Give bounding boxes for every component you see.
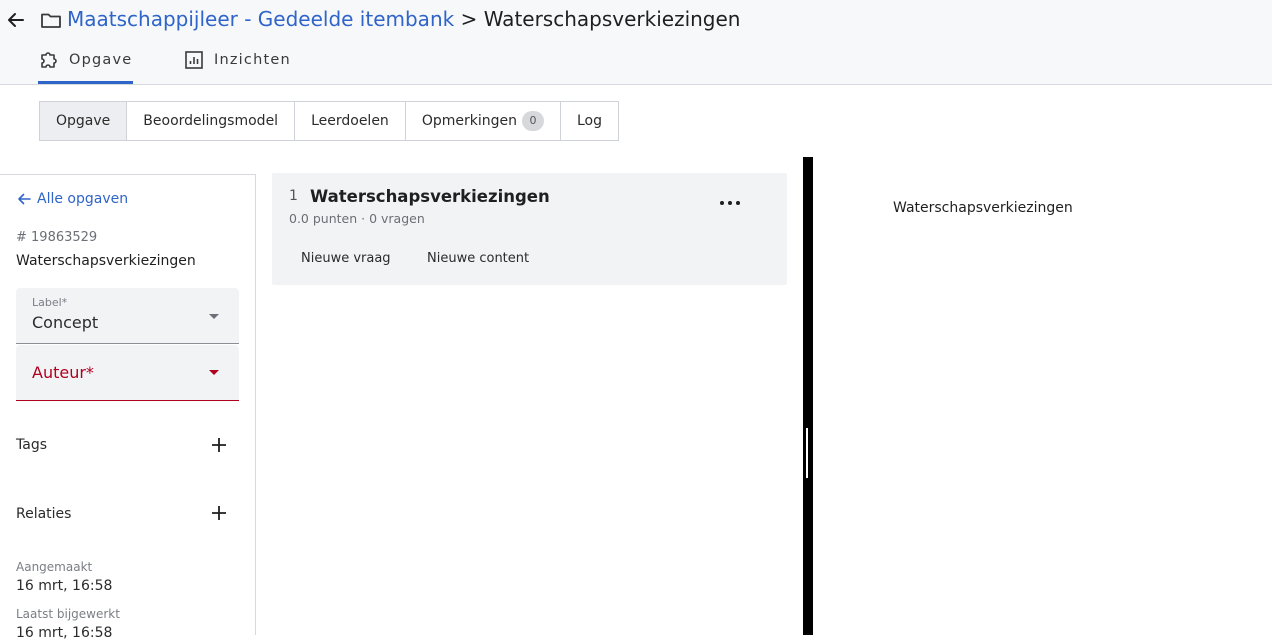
created-value: 16 mrt, 16:58	[16, 578, 113, 594]
author-select[interactable]: Auteur*	[16, 345, 239, 401]
chart-icon	[185, 51, 203, 69]
subtab-log[interactable]: Log	[560, 102, 618, 140]
caret-down-icon	[209, 370, 219, 375]
item-id: # 19863529	[16, 230, 98, 245]
new-question-button[interactable]: Nieuwe vraag	[301, 251, 391, 266]
tab-inzichten[interactable]: Inzichten	[183, 48, 298, 84]
preview-title: Waterschapsverkiezingen	[893, 200, 1073, 216]
caret-down-icon	[209, 314, 219, 319]
back-arrow-icon[interactable]	[4, 8, 28, 32]
item-sidebar: Alle opgaven # 19863529 Waterschapsverki…	[0, 174, 256, 641]
tags-label: Tags	[16, 437, 47, 453]
label-select[interactable]: Label* Concept	[16, 288, 239, 344]
comment-count-badge: 0	[521, 111, 544, 131]
add-tag-plus-icon[interactable]	[209, 435, 229, 455]
subtab-leerdoelen[interactable]: Leerdoelen	[295, 102, 406, 140]
breadcrumb-current: Waterschapsverkiezingen	[483, 7, 741, 31]
subtab-beoordelingsmodel-label: Beoordelingsmodel	[143, 113, 279, 129]
top-header: Maatschappijleer - Gedeelde itembank > W…	[0, 0, 1272, 85]
subtab-beoordelingsmodel[interactable]: Beoordelingsmodel	[127, 102, 296, 140]
label-select-label: Label*	[32, 296, 68, 309]
subtab-leerdoelen-label: Leerdoelen	[311, 113, 389, 129]
tab-opgave-label: Opgave	[69, 52, 133, 68]
sub-tab-bar: Opgave Beoordelingsmodel Leerdoelen Opme…	[39, 101, 619, 141]
subtab-opmerkingen-label: Opmerkingen	[421, 113, 517, 129]
folder-icon	[40, 10, 62, 30]
updated-value: 16 mrt, 16:58	[16, 625, 113, 641]
author-select-label: Auteur*	[32, 363, 94, 382]
section-number: 1	[289, 188, 298, 204]
add-relation-plus-icon[interactable]	[209, 503, 229, 523]
tab-opgave[interactable]: Opgave	[38, 48, 133, 84]
all-items-link[interactable]: Alle opgaven	[17, 191, 128, 207]
subtab-log-label: Log	[576, 113, 602, 129]
all-items-label: Alle opgaven	[37, 191, 129, 207]
item-section-card: 1 Waterschapsverkiezingen 0.0 punten · 0…	[272, 173, 787, 285]
breadcrumb-separator: >	[460, 7, 478, 31]
breadcrumb: Maatschappijleer - Gedeelde itembank > W…	[67, 7, 740, 31]
arrow-left-icon	[18, 193, 31, 205]
breadcrumb-link[interactable]: Maatschappijleer - Gedeelde itembank	[67, 7, 454, 31]
section-title: Waterschapsverkiezingen	[310, 187, 550, 206]
section-summary: 0.0 punten · 0 vragen	[289, 211, 425, 226]
label-select-value: Concept	[32, 313, 99, 332]
puzzle-icon	[41, 52, 57, 68]
item-title: Waterschapsverkiezingen	[16, 253, 196, 269]
splitter-grip-handle[interactable]	[806, 428, 808, 478]
updated-key: Laatst bijgewerkt	[16, 607, 120, 621]
subtab-opmerkingen[interactable]: Opmerkingen 0	[405, 102, 561, 140]
relations-label: Relaties	[16, 506, 72, 522]
new-content-button[interactable]: Nieuwe content	[427, 251, 529, 266]
more-options-icon[interactable]	[718, 197, 742, 209]
subtab-opgave[interactable]: Opgave	[40, 102, 128, 140]
tab-inzichten-label: Inzichten	[214, 52, 291, 68]
subtab-opgave-label: Opgave	[56, 113, 111, 129]
created-key: Aangemaakt	[16, 560, 93, 574]
panel-splitter[interactable]	[803, 157, 813, 635]
